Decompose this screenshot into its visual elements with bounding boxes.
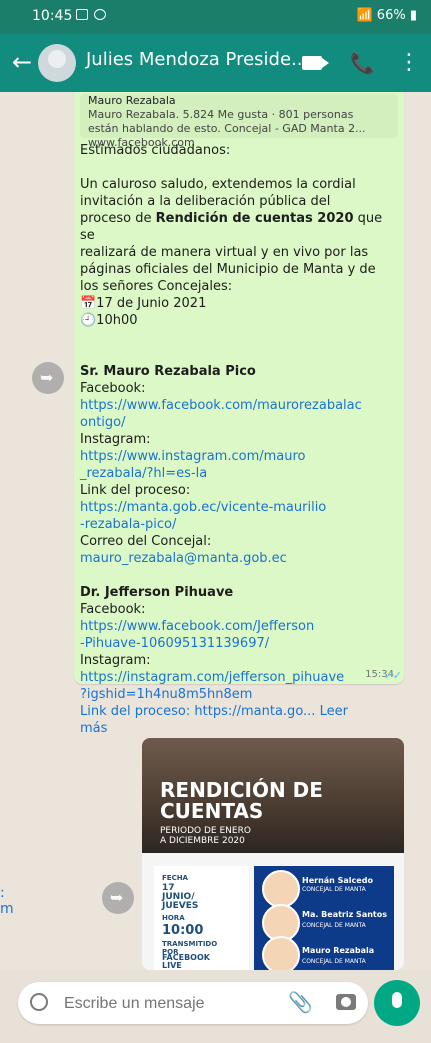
message-line: https://instagram.com/jefferson_pihuave (80, 670, 345, 685)
camera-icon[interactable] (336, 994, 356, 1010)
forward-icon[interactable] (102, 882, 134, 914)
hora-label: HORA (162, 914, 185, 922)
message-line: Link del proceso: https://manta.go... Le… (80, 704, 348, 719)
message-line: realizará de manera virtual y en vivo po… (80, 245, 369, 260)
message-time: 15:34 ✓✓ (365, 669, 402, 682)
message-input[interactable] (64, 994, 264, 1014)
card-subtitle: PERIODO DE ENERO A DICIEMBRE 2020 (160, 826, 251, 846)
message-line: Instagram: (80, 432, 151, 447)
battery-level: 📶 66% ▮ (356, 8, 417, 23)
forward-icon[interactable] (32, 362, 64, 394)
message-line: páginas oficiales del Municipio de Manta… (80, 262, 376, 277)
fecha-value: 17 JUNIO/ JUEVES (162, 883, 199, 911)
hora-value: 10:00 (162, 923, 204, 938)
message-line: ?igshid=1h4nu8m5hn8em (80, 687, 253, 702)
message-line: Instagram: (80, 653, 151, 668)
message-line: https://www.facebook.com/Jefferson (80, 619, 315, 634)
message-line: mauro_rezabala@manta.gob.ec (80, 551, 287, 566)
avatar[interactable] (38, 44, 76, 82)
concejales-panel: Hernán Salcedo CONCEJAL DE MANTA Ma. Bea… (254, 866, 394, 970)
message-bold: Rendición de cuentas 2020 (155, 211, 354, 226)
message-line: Facebook: (80, 381, 146, 396)
status-time: 10:45 (32, 8, 73, 24)
read-ticks-icon: ✓✓ (383, 669, 402, 682)
link-preview[interactable]: Mauro Rezabala Mauro Rezabala. 5.824 Me … (80, 94, 398, 149)
transmitido-value: FACEBOOK LIVE (162, 953, 210, 970)
message-line: Correo del Concejal: (80, 534, 212, 549)
message-line: _rezabala/?hl=es-la (80, 466, 208, 481)
message-line: Dr. Jefferson Pihuave (80, 585, 234, 600)
message-line: proceso de Rendición de cuentas 2020 que… (80, 211, 387, 243)
councilor-name: Ma. Beatriz Santos (302, 910, 387, 919)
message-line: Facebook: (80, 602, 146, 617)
message-line: Link del proceso: (80, 483, 191, 498)
link-preview-title: Mauro Rezabala (88, 94, 176, 107)
councilor-role: CONCEJAL DE MANTA (302, 958, 366, 965)
message-line: Un caluroso saludo, extendemos la cordia… (80, 177, 356, 192)
phone-call-icon[interactable]: 📞 (350, 52, 375, 74)
message-line: Estimados ciudadanos: (80, 143, 231, 158)
facebook-icon (94, 9, 106, 20)
message-line: -Pihuave-106095131139697/ (80, 636, 270, 651)
message-line: https://www.facebook.com/maurorezabalac (80, 398, 362, 413)
chat-title[interactable]: Julies Mendoza Preside... (86, 49, 308, 70)
message-line: Sr. Mauro Rezabala Pico (80, 364, 256, 379)
card-title: RENDICIÓN DE CUENTAS (160, 778, 323, 823)
message-line: ontigo/ (80, 415, 126, 430)
status-bar: 10:45 📶 66% ▮ (0, 0, 431, 34)
message-text: Estimados ciudadanos: Un caluroso saludo… (80, 142, 398, 737)
message-line: https://www.instagram.com/mauro (80, 449, 306, 464)
overlay-text: : m (0, 885, 14, 917)
video-call-icon[interactable] (302, 56, 329, 70)
image-message[interactable]: RENDICIÓN DE CUENTAS PERIODO DE ENERO A … (142, 738, 404, 970)
councilor-name: Mauro Rezabala (302, 946, 375, 955)
message-line: 🕘10h00 (80, 313, 138, 328)
message-line: https://manta.gob.ec/vicente-maurilio (80, 500, 327, 515)
message-line: los señores Concejales: (80, 279, 233, 294)
chat-area[interactable]: Mauro Rezabala Mauro Rezabala. 5.824 Me … (0, 92, 431, 970)
gallery-icon (76, 9, 88, 20)
councilor-photo (262, 936, 300, 970)
event-info: FECHA 17 JUNIO/ JUEVES HORA 10:00 TRANSM… (154, 866, 249, 970)
more-options-icon[interactable]: ⋮ (398, 52, 420, 74)
message-bubble[interactable]: Mauro Rezabala Mauro Rezabala. 5.824 Me … (74, 92, 404, 736)
back-button[interactable]: ← (8, 48, 36, 76)
whatsapp-screen: 10:45 📶 66% ▮ ← Julies Mendoza Preside..… (0, 0, 431, 1043)
councilor-name: Hernán Salcedo (302, 876, 373, 885)
event-photo: RENDICIÓN DE CUENTAS PERIODO DE ENERO A … (142, 738, 404, 853)
emoji-icon[interactable] (30, 993, 48, 1011)
message-line: -rezabala-pico/ (80, 517, 177, 532)
message-line: 📅17 de Junio 2021 (80, 296, 207, 311)
fecha-label: FECHA (162, 874, 188, 882)
councilor-role: CONCEJAL DE MANTA (302, 922, 366, 929)
chat-header: ← Julies Mendoza Preside... 📞 ⋮ (0, 34, 431, 92)
mic-button[interactable] (374, 980, 420, 1026)
message-line: invitación a la deliberación pública del (80, 194, 331, 209)
message-line: más (80, 721, 108, 736)
attach-icon[interactable]: 📎 (288, 990, 313, 1014)
message-input-bar[interactable]: 📎 (18, 982, 368, 1024)
councilor-photo (262, 870, 300, 908)
councilor-role: CONCEJAL DE MANTA (302, 886, 366, 893)
